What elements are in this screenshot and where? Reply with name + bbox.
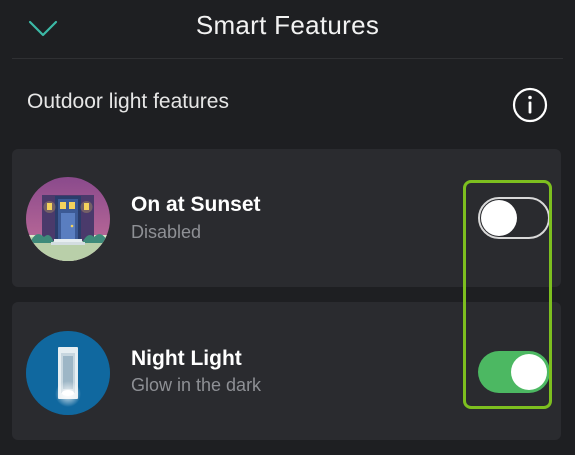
night-light-toggle[interactable]: [478, 351, 550, 393]
on-at-sunset-toggle[interactable]: [478, 197, 550, 239]
header: Smart Features: [0, 0, 575, 58]
toggle-knob: [481, 200, 517, 236]
info-icon[interactable]: [512, 87, 548, 123]
feature-title: Night Light: [131, 347, 242, 370]
toggle-knob: [511, 354, 547, 390]
section-title: Outdoor light features: [27, 90, 229, 113]
page-title: Smart Features: [195, 10, 380, 40]
feature-status: Glow in the dark: [131, 375, 262, 395]
glowing-lamp-icon: [26, 331, 110, 415]
feature-status: Disabled: [131, 222, 202, 242]
house-at-sunset-icon: [26, 177, 110, 261]
feature-card-night-light: Night Light Glow in the dark: [12, 302, 561, 440]
feature-card-on-at-sunset: On at Sunset Disabled: [12, 149, 561, 287]
feature-title: On at Sunset: [131, 193, 261, 216]
header-divider: [12, 58, 563, 59]
